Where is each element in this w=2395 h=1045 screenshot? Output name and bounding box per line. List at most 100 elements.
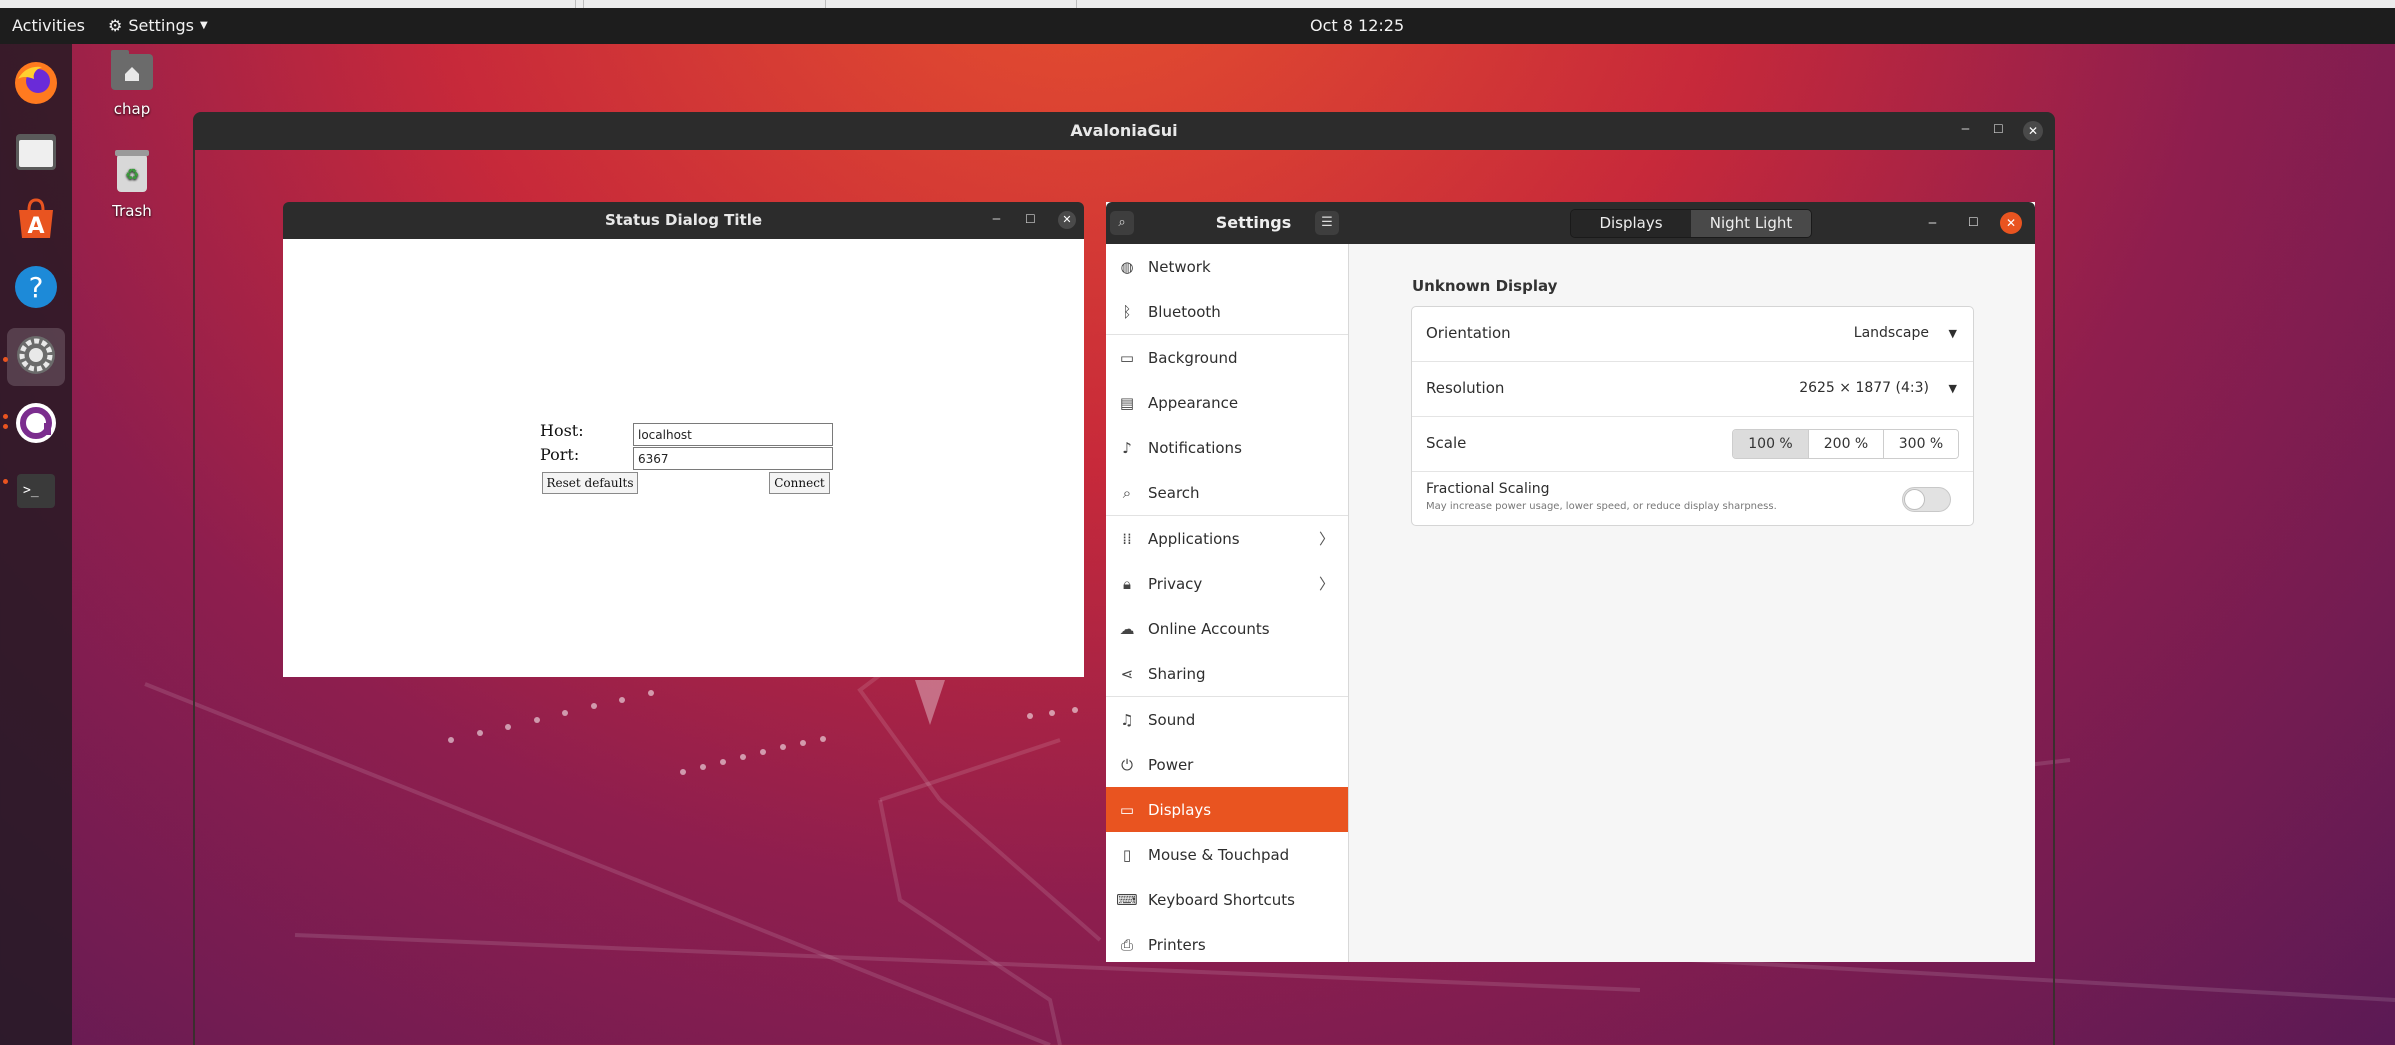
gear-icon: ⚙ — [108, 16, 123, 35]
sidebar-item-search[interactable]: ⌕ Search — [1106, 470, 1348, 515]
port-label: Port: — [540, 445, 580, 464]
scale-row: Scale 100 % 200 % 300 % — [1412, 417, 1973, 472]
sidebar-item-sound[interactable]: ♫ Sound — [1106, 697, 1348, 742]
sidebar-item-label: Applications — [1148, 529, 1240, 548]
top-bar: Activities ⚙ Settings ▼ Oct 8 12:25 — [0, 0, 2395, 44]
resolution-row[interactable]: Resolution 2625 × 1877 (4:3) ▼ — [1412, 362, 1973, 417]
sidebar-item-printers[interactable]: ⎙ Printers — [1106, 922, 1348, 962]
sidebar-item-label: Notifications — [1148, 438, 1242, 457]
scale-selector: 100 % 200 % 300 % — [1732, 429, 1959, 459]
search-button[interactable]: ⌕ — [1110, 211, 1134, 235]
scale-option-100[interactable]: 100 % — [1733, 430, 1808, 458]
resolution-label: Resolution — [1426, 379, 1505, 397]
search-icon: ⌕ — [1122, 483, 1132, 502]
dock-item-avalonia[interactable] — [7, 396, 65, 454]
sidebar-item-mouse-touchpad[interactable]: ▯ Mouse & Touchpad — [1106, 832, 1348, 877]
fractional-scaling-row: Fractional Scaling May increase power us… — [1412, 472, 1973, 526]
tab-displays[interactable]: Displays — [1571, 210, 1691, 237]
dock-item-help[interactable]: ? — [7, 260, 65, 318]
tab-night-light[interactable]: Night Light — [1691, 210, 1811, 237]
desktop-icon-home[interactable]: chap — [87, 48, 177, 118]
notifications-icon: ♪ — [1122, 438, 1132, 457]
firefox-icon — [12, 59, 60, 111]
minimize-button[interactable]: ‒ — [992, 212, 1001, 226]
orientation-value: Landscape — [1853, 325, 1929, 341]
dock-item-software[interactable]: A — [7, 192, 65, 250]
appearance-icon: ▤ — [1119, 393, 1135, 412]
svg-text:♻: ♻ — [125, 165, 139, 184]
dock: A ? >_ — [0, 44, 72, 1045]
sidebar-item-label: Power — [1148, 755, 1194, 774]
maximize-button[interactable]: ☐ — [1968, 216, 1979, 228]
sidebar-item-applications[interactable]: ⁞⁞ Applications 〉 — [1106, 516, 1348, 561]
host-label: Host: — [540, 421, 584, 440]
dock-item-firefox[interactable] — [7, 56, 65, 114]
scale-label: Scale — [1426, 434, 1467, 452]
sidebar-item-power[interactable]: ⏻ Power — [1106, 742, 1348, 787]
sidebar-item-displays[interactable]: ▭ Displays — [1106, 787, 1348, 832]
svg-text:A: A — [27, 214, 44, 239]
dock-item-files[interactable] — [7, 124, 65, 182]
sidebar-item-label: Sharing — [1148, 664, 1206, 683]
settings-window: ⌕ Settings ☰ Displays Night Light ‒ ☐ ✕ … — [1106, 202, 2035, 962]
sidebar-item-privacy[interactable]: 🔒︎ Privacy 〉 — [1106, 561, 1348, 606]
privacy-icon: 🔒︎ — [1123, 574, 1131, 593]
applications-icon: ⁞⁞ — [1122, 529, 1132, 548]
dropdown-arrow-icon: ▼ — [1948, 327, 1957, 340]
window-titlebar[interactable]: AvaloniaGui — [193, 112, 2055, 150]
host-input[interactable] — [633, 423, 833, 446]
search-icon: ⌕ — [1118, 215, 1126, 230]
chevron-right-icon: 〉 — [1318, 575, 1334, 593]
activities-button[interactable]: Activities — [12, 16, 85, 35]
sidebar-item-keyboard-shortcuts[interactable]: ⌨ Keyboard Shortcuts — [1106, 877, 1348, 922]
network-icon: ◍ — [1120, 257, 1134, 276]
chevron-down-icon: ▼ — [199, 20, 208, 31]
settings-sidebar: ◍ Network ᛒ Bluetooth ▭ Background ▤ Appeara… — [1106, 244, 1349, 962]
home-folder-icon — [109, 48, 155, 96]
dock-item-settings[interactable] — [7, 328, 65, 386]
dialog-titlebar[interactable]: Status Dialog Title — [283, 202, 1084, 239]
close-button[interactable]: ✕ — [2000, 212, 2022, 234]
desktop-icon-trash[interactable]: ♻ Trash — [87, 146, 177, 220]
sidebar-item-label: Displays — [1148, 800, 1212, 819]
maximize-button[interactable]: ☐ — [1025, 213, 1036, 225]
sharing-icon: ⋖ — [1120, 664, 1134, 683]
scale-option-200[interactable]: 200 % — [1808, 430, 1883, 458]
power-icon: ⏻ — [1121, 755, 1133, 774]
minimize-button[interactable]: ‒ — [1961, 122, 1970, 136]
sidebar-item-sharing[interactable]: ⋖ Sharing — [1106, 651, 1348, 696]
sidebar-item-appearance[interactable]: ▤ Appearance — [1106, 380, 1348, 425]
sidebar-item-bluetooth[interactable]: ᛒ Bluetooth — [1106, 289, 1348, 334]
resolution-value: 2625 × 1877 (4:3) — [1799, 380, 1929, 396]
dock-item-terminal[interactable]: >_ — [7, 464, 65, 522]
settings-headerbar[interactable]: ⌕ Settings ☰ Displays Night Light ‒ ☐ ✕ — [1106, 202, 2035, 244]
window-title: AvaloniaGui — [1070, 121, 1178, 140]
fractional-scaling-toggle[interactable] — [1902, 487, 1951, 512]
sidebar-item-label: Network — [1148, 257, 1211, 276]
sidebar-item-background[interactable]: ▭ Background — [1106, 335, 1348, 380]
sidebar-item-network[interactable]: ◍ Network — [1106, 244, 1348, 289]
scale-option-300[interactable]: 300 % — [1883, 430, 1958, 458]
sidebar-item-online-accounts[interactable]: ☁ Online Accounts — [1106, 606, 1348, 651]
settings-icon — [13, 332, 59, 382]
files-icon — [13, 128, 59, 178]
close-button[interactable]: ✕ — [2023, 121, 2043, 141]
close-button[interactable]: ✕ — [1058, 211, 1076, 229]
view-switcher: Displays Night Light — [1570, 209, 1812, 238]
maximize-button[interactable]: ☐ — [1993, 123, 2004, 135]
minimize-button[interactable]: ‒ — [1928, 216, 1937, 230]
app-menu[interactable]: ⚙ Settings ▼ — [108, 16, 208, 35]
online-accounts-icon: ☁ — [1119, 619, 1135, 638]
sidebar-item-label: Online Accounts — [1148, 619, 1270, 638]
port-input[interactable] — [633, 447, 833, 470]
menu-button[interactable]: ☰ — [1315, 211, 1339, 235]
sidebar-item-notifications[interactable]: ♪ Notifications — [1106, 425, 1348, 470]
avalonia-app-icon — [13, 400, 59, 450]
background-icon: ▭ — [1119, 348, 1135, 367]
desktop-icon-label: Trash — [112, 202, 152, 220]
reset-defaults-button[interactable]: Reset defaults — [542, 472, 638, 494]
fractional-scaling-label: Fractional Scaling — [1426, 481, 1550, 497]
orientation-row[interactable]: Orientation Landscape ▼ — [1412, 307, 1973, 362]
clock[interactable]: Oct 8 12:25 — [1310, 16, 1404, 35]
connect-button[interactable]: Connect — [769, 472, 830, 494]
